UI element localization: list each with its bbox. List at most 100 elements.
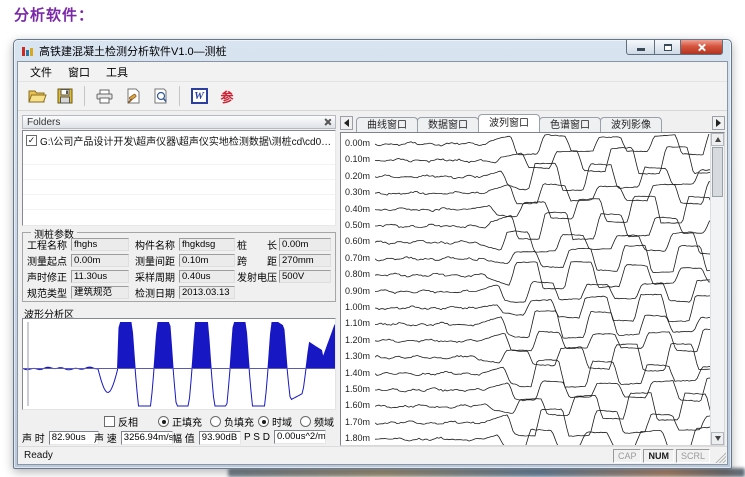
window-body: 文件 窗口 工具 W xyxy=(17,61,728,465)
scroll-up-button[interactable] xyxy=(711,133,724,146)
right-arrow-icon xyxy=(716,119,725,127)
waveform-trace xyxy=(375,147,713,175)
sample-period-field[interactable]: 0.40us xyxy=(179,270,235,283)
folders-list[interactable]: G:\公司产品设计开发\超声仪器\超声仪实地检测数据\测桩cd\cd03\cd0… xyxy=(22,130,336,226)
vertical-scrollbar[interactable] xyxy=(710,133,724,445)
background-artifact xyxy=(228,468,745,477)
waveform-trace xyxy=(375,360,713,388)
minimize-button[interactable] xyxy=(626,40,655,55)
field-label: 发射电压 xyxy=(237,269,279,284)
measure-start-field[interactable]: 0.00m xyxy=(71,254,129,267)
close-button[interactable] xyxy=(680,40,723,55)
window-title: 高铁建混凝土检测分析软件V1.0—测桩 xyxy=(39,43,227,59)
depth-label: 0.10m xyxy=(345,154,370,164)
field-label: 声时修正 xyxy=(27,269,71,284)
span-field[interactable]: 270mm xyxy=(279,254,331,267)
close-pane-icon[interactable] xyxy=(323,118,331,126)
save-button[interactable] xyxy=(54,85,76,107)
voltage-field[interactable]: 500V xyxy=(279,270,331,283)
sound-speed-field[interactable]: 3256.94m/s xyxy=(121,431,173,445)
depth-label: 1.60m xyxy=(345,400,370,410)
tab-curve-window[interactable]: 曲线窗口 xyxy=(356,117,418,132)
depth-label: 1.50m xyxy=(345,384,370,394)
test-date-field[interactable]: 2013.03.13 xyxy=(179,286,235,299)
menu-window[interactable]: 窗口 xyxy=(60,62,98,82)
time-domain-radio[interactable] xyxy=(258,416,269,427)
print-button[interactable] xyxy=(93,85,115,107)
pile-length-field[interactable]: 0.00m xyxy=(279,238,331,251)
waveform-trace xyxy=(375,311,713,339)
field-label: 桩 长 xyxy=(237,237,279,252)
project-name-field[interactable]: fhghs xyxy=(71,238,129,251)
negative-fill-radio-group[interactable]: 负填充 xyxy=(210,414,254,429)
wavetrain-panel[interactable]: 0.00m0.10m0.20m0.30m0.40m0.50m0.60m0.70m… xyxy=(340,132,725,446)
amplitude-field[interactable]: 93.90dB xyxy=(199,431,241,445)
export-word-button[interactable]: W xyxy=(188,85,210,107)
tab-data-window[interactable]: 数据窗口 xyxy=(417,117,479,132)
tab-scroll-left-button[interactable] xyxy=(340,116,353,130)
tab-wavetrain-window[interactable]: 波列窗口 xyxy=(478,114,540,132)
positive-fill-radio-group[interactable]: 正填充 xyxy=(158,414,202,429)
open-folder-icon xyxy=(28,89,47,104)
sound-time-label: 声 时 xyxy=(22,430,45,445)
folder-item[interactable]: G:\公司产品设计开发\超声仪器\超声仪实地检测数据\测桩cd\cd03\cd0… xyxy=(23,131,335,150)
waveform-analysis-area[interactable] xyxy=(22,318,336,410)
menu-file[interactable]: 文件 xyxy=(22,62,60,82)
display-controls: 反相 正填充 负填充 时域 xyxy=(22,414,336,428)
component-name-field[interactable]: fhgkdsg xyxy=(179,238,235,251)
printer-icon xyxy=(95,89,114,104)
app-icon xyxy=(22,46,33,56)
num-lock-indicator: NUM xyxy=(643,449,674,463)
left-arrow-icon xyxy=(340,119,349,127)
depth-label: 1.40m xyxy=(345,368,370,378)
freq-domain-radio[interactable] xyxy=(300,416,311,427)
folders-pane-title: Folders xyxy=(27,117,60,128)
tab-spectrum-window[interactable]: 色谱窗口 xyxy=(539,117,601,132)
depth-label: 0.60m xyxy=(345,236,370,246)
waveform-trace xyxy=(375,294,713,322)
titlebar[interactable]: 高铁建混凝土检测分析软件V1.0—测桩 xyxy=(14,40,731,61)
sound-time-field[interactable]: 82.90us xyxy=(49,431,99,445)
invert-checkbox[interactable] xyxy=(104,416,115,427)
menu-tools[interactable]: 工具 xyxy=(98,62,136,82)
waveform-trace xyxy=(375,245,713,272)
resize-grip[interactable] xyxy=(713,450,726,463)
time-correction-field[interactable]: 11.30us xyxy=(71,270,129,283)
maximize-button[interactable] xyxy=(654,40,681,55)
depth-label: 0.90m xyxy=(345,286,370,296)
analysis-waveform-line xyxy=(23,323,335,407)
field-label: 测量起点 xyxy=(27,253,71,268)
scroll-down-button[interactable] xyxy=(711,432,724,445)
analysis-waveform-chart xyxy=(23,319,335,409)
depth-label: 1.20m xyxy=(345,335,370,345)
negative-fill-radio[interactable] xyxy=(210,416,221,427)
statusbar: Ready CAP NUM SCRL xyxy=(18,446,727,464)
scrollbar-thumb[interactable] xyxy=(712,147,723,197)
client-area: Folders G:\公司产品设计开发\超声仪器\超声仪实地检测数据\测桩cd\… xyxy=(18,111,727,446)
folder-checkbox[interactable] xyxy=(26,135,37,146)
waveform-trace xyxy=(375,378,713,402)
field-label: 构件名称 xyxy=(135,237,179,252)
folders-pane-header[interactable]: Folders xyxy=(22,115,336,129)
parameters-button[interactable]: 参 xyxy=(216,85,238,107)
positive-fill-radio[interactable] xyxy=(158,416,169,427)
page-setup-button[interactable] xyxy=(121,85,143,107)
wavetrain-chart xyxy=(375,134,713,446)
open-file-button[interactable] xyxy=(26,85,48,107)
folder-path: G:\公司产品设计开发\超声仪器\超声仪实地检测数据\测桩cd\cd03\cd0… xyxy=(40,133,332,148)
invert-checkbox-group[interactable]: 反相 xyxy=(104,414,138,429)
waveform-trace xyxy=(375,427,713,446)
depth-label: 0.40m xyxy=(345,204,370,214)
time-domain-radio-group[interactable]: 时域 xyxy=(258,414,292,429)
tab-scroll-right-button[interactable] xyxy=(712,116,725,130)
measure-interval-field[interactable]: 0.10m xyxy=(179,254,235,267)
print-preview-button[interactable] xyxy=(149,85,171,107)
tab-wavetrain-image[interactable]: 波列影像 xyxy=(600,117,662,132)
invert-label: 反相 xyxy=(118,414,138,429)
depth-label: 0.80m xyxy=(345,269,370,279)
freq-domain-radio-group[interactable]: 频域 xyxy=(300,414,334,429)
field-label: 规范类型 xyxy=(27,285,71,300)
down-arrow-icon xyxy=(715,436,721,444)
standard-type-field[interactable]: 建筑规范 xyxy=(71,286,129,299)
psd-field[interactable]: 0.00us^2/m xyxy=(274,430,326,444)
